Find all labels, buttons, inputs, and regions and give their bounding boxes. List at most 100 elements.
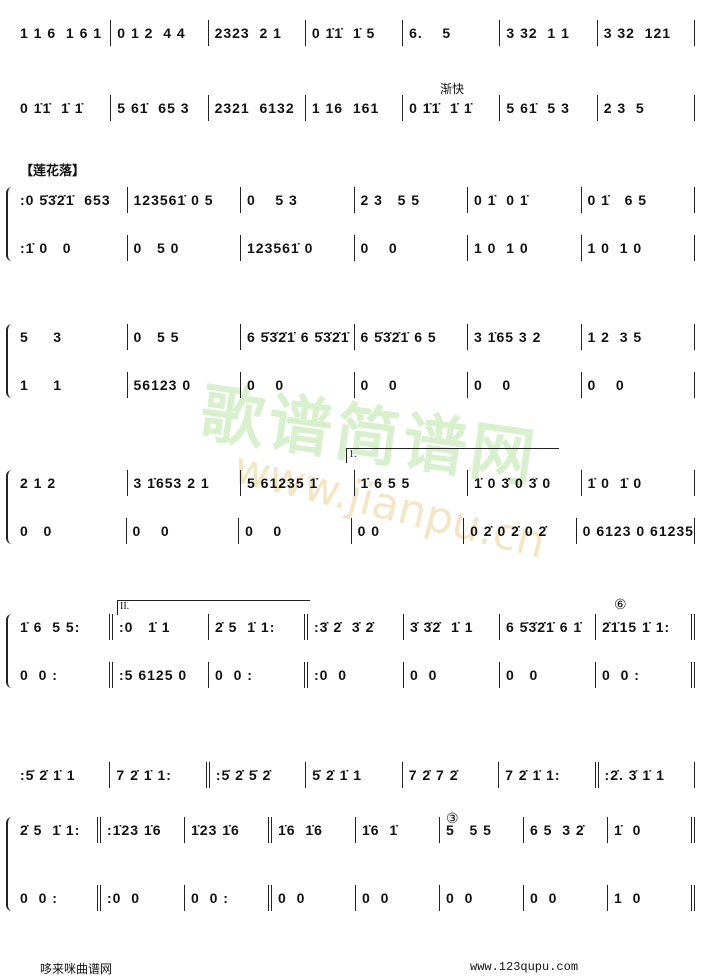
footer-site-url: www.123qupu.com xyxy=(470,960,579,974)
measure: 1 0 1 0 xyxy=(582,235,695,261)
measure: :5̇ 2̇ 5̇ 2̇ xyxy=(210,762,307,788)
brace xyxy=(6,614,14,688)
measure: :0 5̇3̇2̇1̇ 653 xyxy=(14,187,128,213)
measure: 1̇ 6 5 5 xyxy=(355,470,468,496)
lower-staff: 1 1 56123 00 00 00 00 0 xyxy=(14,372,695,398)
measure: 0 2̇ 0 2̇ 0 2̇ xyxy=(464,518,577,544)
brace xyxy=(6,324,14,398)
measure: 3 32 121 xyxy=(598,20,695,46)
measure: 1̇6 1̇ xyxy=(356,817,440,843)
measure: 0 0 xyxy=(272,885,356,911)
measure: 0 1̇ 6 5 xyxy=(582,187,695,213)
measure: 0 0 : xyxy=(14,885,101,911)
measure: 2 3 5 5 xyxy=(355,187,468,213)
measure: 0 0 xyxy=(440,885,524,911)
volta-bracket-2: II. xyxy=(117,600,310,615)
measure: 7 2̇ 1̇ 1: xyxy=(110,762,210,788)
measure: 2̇1̇15 1̇ 1: xyxy=(596,614,695,640)
measure: 0 0 : xyxy=(596,662,695,688)
measure: 1 0 xyxy=(608,885,695,911)
measure: 7 2̇ 1̇ 1: xyxy=(499,762,599,788)
upper-staff: 2̇ 5 1̇ 1::1̇23 1̇6 1̇23 1̇6 1̇6 1̇6 1̇6 1̇… xyxy=(14,817,695,843)
upper-staff: 1 1 6 1 6 10 1 2 4 4 2323 2 10 1̇1̇ 1̇ 56… xyxy=(14,20,695,46)
measure: 1 0 1 0 xyxy=(468,235,582,261)
upper-staff: 2 1 23 1̇653 2 15 61235 1̇ 1̇ 6 5 5 1̇ 0 3… xyxy=(14,470,695,496)
sheet-music-page: 歌谱简谱网 www.jianpu.cn 【莲花落】 渐快 1. II. ⑥ ③ … xyxy=(0,0,703,977)
measure: :1̇23 1̇6 xyxy=(101,817,185,843)
measure: 0 0 : xyxy=(14,662,113,688)
measure: :5̇ 2̇ 1̇ 1 xyxy=(14,762,111,788)
measure: 2̇ 5 1̇ 1: xyxy=(209,614,308,640)
measure: 0 6123 0 61235 xyxy=(577,518,695,544)
measure: 0 0 xyxy=(404,662,500,688)
measure: 6 5̇3̇2̇1̇ 6 1̇ xyxy=(500,614,596,640)
measure: 0 0 xyxy=(352,518,465,544)
measure: 6 5̇3̇2̇1̇ 6 5 xyxy=(355,324,468,350)
upper-staff: 5 30 5 56 5̇3̇2̇1̇ 6 5̇3̇2̇1̇ 6 5̇3̇2̇1̇ … xyxy=(14,324,695,350)
measure: 0 0 : xyxy=(185,885,272,911)
measure: 5 5 5 xyxy=(440,817,524,843)
brace xyxy=(6,817,14,911)
measure: 0 0 xyxy=(468,372,582,398)
measure: 1̇ 0 xyxy=(608,817,695,843)
measure: 1 1 xyxy=(14,372,128,398)
circled-number-6: ⑥ xyxy=(614,596,627,612)
measure: :0 0 xyxy=(308,662,404,688)
measure: 0 0 xyxy=(356,885,440,911)
measure: 0 0 xyxy=(582,372,695,398)
measure: 5 61̇ 5 3 xyxy=(500,95,598,121)
measure: 0 0 xyxy=(524,885,608,911)
measure: 1 2 3 5 xyxy=(582,324,695,350)
measure: 6. 5 xyxy=(403,20,501,46)
score-system: :0 5̇3̇2̇1̇ 653 123561̇ 0 50 5 32 3 5 50 … xyxy=(6,187,695,261)
measure: 56123 0 xyxy=(128,372,241,398)
measure: :5 6125 0 xyxy=(113,662,209,688)
measure: 1̇23 1̇6 xyxy=(185,817,272,843)
measure: 6 5̇3̇2̇1̇ 6 5̇3̇2̇1̇ xyxy=(241,324,355,350)
measure: 0 5 0 xyxy=(128,235,241,261)
measure: 0 0 : xyxy=(209,662,308,688)
measure: 7 2̇ 7 2̇ xyxy=(403,762,500,788)
measure: :0 1̇ 1 xyxy=(113,614,209,640)
measure: 5 3 xyxy=(14,324,128,350)
volta-bracket-1: 1. xyxy=(346,448,559,463)
measure: 2 1 2 xyxy=(14,470,128,496)
upper-staff: 1̇ 6 5 5::0 1̇ 1 2̇ 5 1̇ 1::3̇ 2̇ 3̇ 2̇ 3̇… xyxy=(14,614,695,640)
score-system: 1̇ 6 5 5::0 1̇ 1 2̇ 5 1̇ 1::3̇ 2̇ 3̇ 2̇ 3̇… xyxy=(6,614,695,688)
lower-staff: 0 00 00 00 00 2̇ 0 2̇ 0 2̇ 0 6123 0 61235 xyxy=(14,518,695,544)
section-label: 【莲花落】 xyxy=(20,163,86,178)
measure: 123561̇ 0 5 xyxy=(128,187,241,213)
measure: 0 0 xyxy=(239,518,352,544)
measure: 0 0 xyxy=(241,372,355,398)
lower-staff: 0 0 ::0 00 0 :0 00 00 00 01 0 xyxy=(14,885,695,911)
footer-site-name: 哆来咪曲谱网 xyxy=(40,962,113,976)
measure: 1̇ 0 1̇ 0 xyxy=(582,470,695,496)
measure: 6 5 3 2̇ xyxy=(524,817,608,843)
measure: 0 1̇1̇ 1̇ 5 xyxy=(306,20,404,46)
score-system: 1 1 6 1 6 10 1 2 4 4 2323 2 10 1̇1̇ 1̇ 56… xyxy=(14,20,695,46)
lower-staff: :1̇ 0 00 5 0 123561̇ 00 01 0 1 01 0 1 0 xyxy=(14,235,695,261)
measure: 5̇ 2̇ 1̇ 1 xyxy=(306,762,403,788)
measure: 0 5 5 xyxy=(128,324,241,350)
upper-staff: 0 1̇1̇ 1̇ 1̇ 5 61̇ 65 3 2321 6132 1 16 161 0… xyxy=(14,95,695,121)
measure: :3̇ 2̇ 3̇ 2̇ xyxy=(308,614,404,640)
measure: 1̇ 6 5 5: xyxy=(14,614,113,640)
upper-staff: :0 5̇3̇2̇1̇ 653 123561̇ 0 50 5 32 3 5 50 … xyxy=(14,187,695,213)
brace xyxy=(6,187,14,261)
measure: 2323 2 1 xyxy=(209,20,306,46)
lower-staff: 0 0 ::5 6125 00 0 ::0 00 00 00 0 : xyxy=(14,662,695,688)
measure: 0 1 2 4 4 xyxy=(111,20,209,46)
measure: :2̇. 3̇ 1̇ 1 xyxy=(599,762,695,788)
measure: 0 0 xyxy=(127,518,240,544)
measure: 0 0 xyxy=(355,235,468,261)
measure: 1 1 6 1 6 1 xyxy=(14,20,112,46)
measure: 0 0 xyxy=(500,662,596,688)
measure: 2̇ 5 1̇ 1: xyxy=(14,817,101,843)
measure: 0 5 3 xyxy=(241,187,355,213)
brace xyxy=(6,470,14,544)
score-system: 2 1 23 1̇653 2 15 61235 1̇ 1̇ 6 5 5 1̇ 0 3… xyxy=(6,470,695,544)
measure: 3 1̇653 2 1 xyxy=(128,470,241,496)
score-system: 2̇ 5 1̇ 1::1̇23 1̇6 1̇23 1̇6 1̇6 1̇6 1̇6 1̇… xyxy=(6,817,695,911)
measure: 0 1̇ 0 1̇ xyxy=(468,187,582,213)
measure: :1̇ 0 0 xyxy=(14,235,128,261)
